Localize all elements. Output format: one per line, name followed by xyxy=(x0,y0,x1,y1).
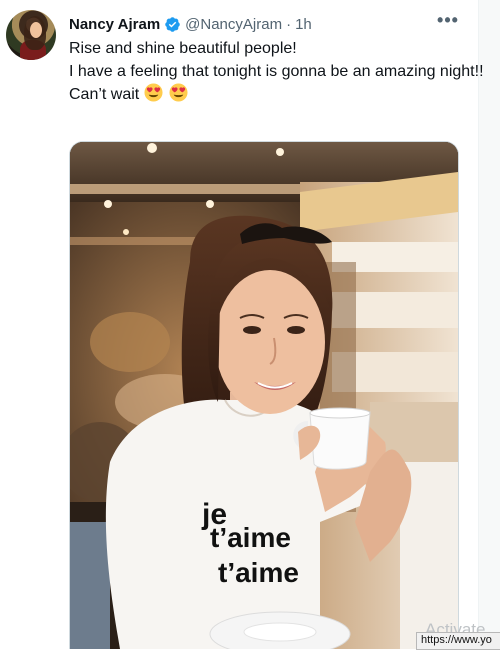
tweet-header: Nancy Ajram @NancyAjram · 1h xyxy=(69,14,312,34)
tweet-line: Rise and shine beautiful people! xyxy=(69,40,297,57)
tweet-line: I have a feeling that tonight is gonna b… xyxy=(69,62,484,80)
heart-eyes-emoji-icon xyxy=(169,83,188,102)
scroll-gutter xyxy=(478,0,500,648)
shirt-text-2: t’aime xyxy=(210,522,291,553)
display-name[interactable]: Nancy Ajram xyxy=(69,16,160,33)
tweet-line: Can’t wait xyxy=(69,86,140,103)
more-options-icon[interactable]: ••• xyxy=(436,11,460,34)
heart-eyes-emoji-icon xyxy=(144,83,163,102)
tweet-line-3: Can’t wait xyxy=(69,83,469,107)
user-handle[interactable]: @NancyAjram xyxy=(185,16,282,33)
verified-badge-icon xyxy=(164,16,181,33)
tweet[interactable]: Nancy Ajram @NancyAjram · 1h ••• Rise an… xyxy=(0,0,484,649)
status-bar-url: https://www.yo xyxy=(416,632,500,650)
tweet-text: Rise and shine beautiful people! I have … xyxy=(69,38,484,107)
avatar[interactable] xyxy=(6,10,56,60)
tweet-photo[interactable]: je t’aime t’aime xyxy=(69,141,459,649)
shirt-text-3: t’aime xyxy=(218,557,299,588)
timestamp[interactable]: 1h xyxy=(295,16,312,33)
separator-dot: · xyxy=(286,15,292,33)
